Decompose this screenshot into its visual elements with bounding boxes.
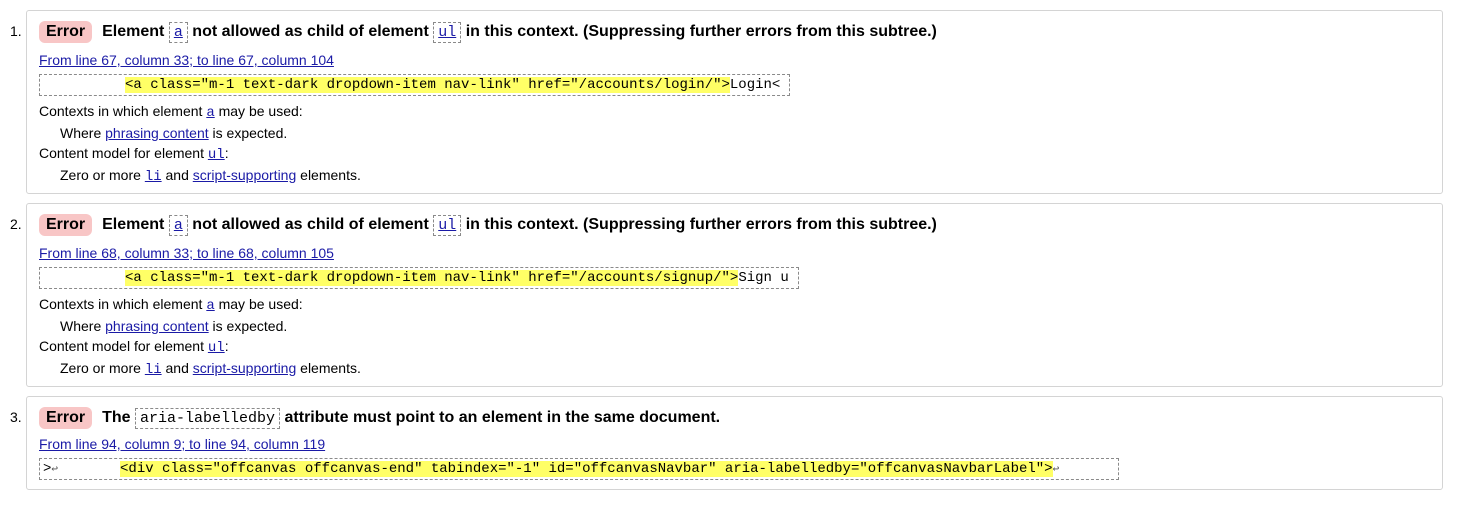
attribute-code: aria-labelledby bbox=[135, 407, 281, 429]
element-code-link[interactable]: a bbox=[168, 214, 188, 236]
phrasing-content-link[interactable]: phrasing content bbox=[105, 125, 209, 141]
context-info: Contexts in which element a may be used:… bbox=[39, 296, 361, 378]
result-box: Error The aria-labelledby attribute must… bbox=[26, 396, 1443, 490]
result-number: 2. bbox=[10, 216, 22, 232]
code-extract: <a class="m-1 text-dark dropdown-item na… bbox=[39, 267, 799, 289]
script-supporting-link[interactable]: script-supporting bbox=[193, 167, 297, 183]
location-link[interactable]: From line 68, column 33; to line 68, col… bbox=[39, 245, 334, 261]
element-li-link[interactable]: li bbox=[145, 362, 162, 378]
extract-highlight: <a class="m-1 text-dark dropdown-item na… bbox=[125, 77, 730, 93]
return-icon: ↩ bbox=[51, 464, 59, 476]
error-message: Error Element a not allowed as child of … bbox=[39, 19, 937, 45]
script-supporting-link[interactable]: script-supporting bbox=[193, 360, 297, 376]
element-code-link[interactable]: ul bbox=[433, 21, 462, 43]
element-a-link[interactable]: a bbox=[206, 298, 214, 314]
return-icon: ↩ bbox=[1052, 464, 1060, 476]
extract-highlight: <div class="offcanvas offcanvas-end" tab… bbox=[120, 461, 1053, 477]
error-badge: Error bbox=[39, 214, 93, 236]
error-message: Error The aria-labelledby attribute must… bbox=[39, 405, 720, 431]
location-link[interactable]: From line 67, column 33; to line 67, col… bbox=[39, 52, 334, 68]
element-ul-link[interactable]: ul bbox=[208, 340, 225, 356]
error-message: Error Element a not allowed as child of … bbox=[39, 212, 937, 238]
result-number: 3. bbox=[10, 409, 22, 425]
element-code-link[interactable]: ul bbox=[433, 214, 462, 236]
result-box: Error Element a not allowed as child of … bbox=[26, 203, 1443, 387]
result-box: Error Element a not allowed as child of … bbox=[26, 10, 1443, 194]
extract-highlight: <a class="m-1 text-dark dropdown-item na… bbox=[125, 270, 739, 286]
context-info: Contexts in which element a may be used:… bbox=[39, 103, 361, 185]
error-badge: Error bbox=[39, 21, 93, 43]
error-badge: Error bbox=[39, 407, 93, 429]
result-number: 1. bbox=[10, 23, 22, 39]
element-a-link[interactable]: a bbox=[206, 105, 214, 121]
code-extract: <a class="m-1 text-dark dropdown-item na… bbox=[39, 74, 790, 96]
code-extract: > ↩ <div class="offcanvas offcanvas-end" t… bbox=[39, 458, 1119, 480]
phrasing-content-link[interactable]: phrasing content bbox=[105, 318, 209, 334]
element-li-link[interactable]: li bbox=[145, 169, 162, 185]
location-link[interactable]: From line 94, column 9; to line 94, colu… bbox=[39, 436, 325, 452]
element-code-link[interactable]: a bbox=[168, 21, 188, 43]
element-ul-link[interactable]: ul bbox=[208, 147, 225, 163]
